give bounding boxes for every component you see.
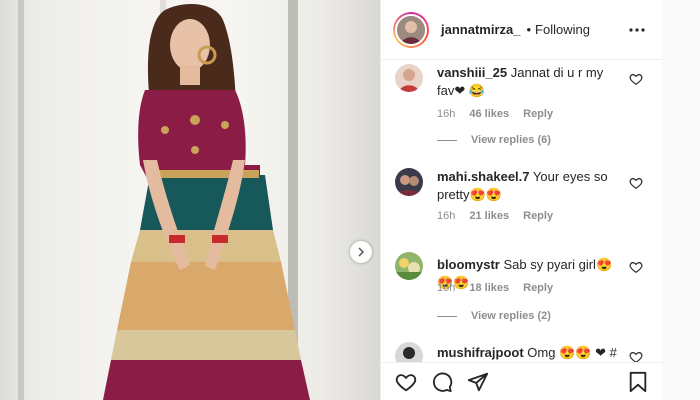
commenter-username[interactable]: mahi.shakeel.7: [437, 169, 530, 184]
save-button[interactable]: [625, 369, 651, 395]
like-comment-heart-icon[interactable]: [629, 350, 643, 362]
commenter-avatar[interactable]: [395, 168, 423, 196]
next-image-button[interactable]: [350, 241, 372, 263]
share-button[interactable]: [465, 369, 491, 395]
like-comment-heart-icon[interactable]: [629, 176, 643, 190]
separator-dot: •: [526, 22, 532, 37]
paper-plane-icon: [467, 372, 489, 391]
comment-text: vanshiii_25 Jannat di u r my fav❤ 😂: [437, 64, 623, 100]
comment-button[interactable]: [429, 369, 455, 395]
chevron-right-icon: [358, 247, 365, 257]
author-username[interactable]: jannatmirza_: [441, 22, 520, 37]
comment-message: Omg 😍😍 ❤ #: [527, 345, 617, 360]
post-image[interactable]: [0, 0, 380, 400]
view-replies-label: View replies (6): [471, 134, 551, 146]
like-comment-heart-icon[interactable]: [629, 260, 643, 274]
following-button[interactable]: Following: [535, 22, 590, 37]
like-comment-heart-icon[interactable]: [629, 72, 643, 86]
commenter-avatar[interactable]: [395, 342, 423, 362]
post-action-bar: [381, 362, 663, 400]
bookmark-icon: [629, 371, 647, 392]
more-horizontal-icon: [629, 27, 645, 32]
wall-panel-edge: [18, 0, 24, 400]
comment-age: 16h: [437, 108, 456, 120]
page-gutter: [662, 0, 700, 400]
commenter-username[interactable]: mushifrajpoot: [437, 345, 524, 360]
view-replies-label: View replies (2): [471, 310, 551, 322]
reply-button[interactable]: Reply: [523, 108, 553, 120]
reply-button[interactable]: Reply: [523, 210, 553, 222]
comment-age: 16h: [437, 210, 456, 222]
comment-likes[interactable]: 46 likes: [469, 108, 509, 120]
like-button[interactable]: [393, 369, 419, 395]
comments-list[interactable]: vanshiii_25 Jannat di u r my fav❤ 😂 16h …: [381, 60, 663, 362]
woman-in-lehenga-photo: [103, 4, 310, 400]
view-replies-button[interactable]: View replies (2): [437, 310, 551, 322]
comment-likes[interactable]: 21 likes: [469, 210, 509, 222]
more-options-button[interactable]: [626, 27, 648, 32]
comment-text: mahi.shakeel.7 Your eyes so pretty😍😍: [437, 168, 623, 204]
comment-likes[interactable]: 18 likes: [469, 282, 509, 294]
heart-icon: [395, 373, 417, 391]
reply-button[interactable]: Reply: [523, 282, 553, 294]
author-avatar[interactable]: [393, 11, 429, 48]
comment-age: 16h: [437, 282, 456, 294]
comment-text: mushifrajpoot Omg 😍😍 ❤ #: [437, 344, 623, 362]
view-replies-button[interactable]: View replies (6): [437, 134, 551, 146]
comment-icon: [433, 372, 453, 392]
commenter-username[interactable]: vanshiii_25: [437, 65, 507, 80]
post-sidebar: jannatmirza_ • Following vanshiii_25 Jan…: [380, 0, 663, 400]
commenter-avatar[interactable]: [395, 64, 423, 92]
commenter-avatar[interactable]: [395, 252, 423, 280]
post-header: jannatmirza_ • Following: [381, 0, 662, 60]
commenter-username[interactable]: bloomystr: [437, 257, 500, 272]
